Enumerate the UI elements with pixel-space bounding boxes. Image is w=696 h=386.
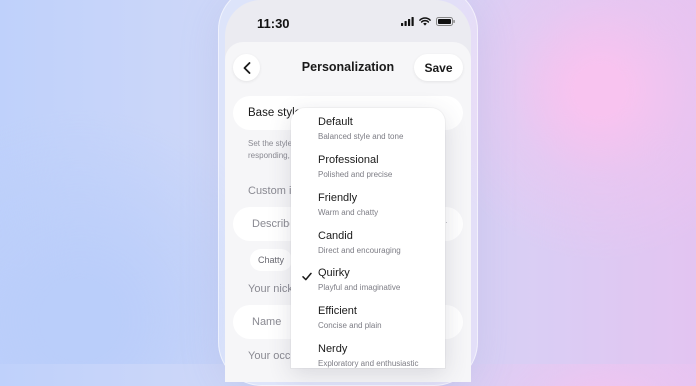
option-candid[interactable]: Candid Direct and encouraging — [318, 230, 401, 256]
status-icons — [401, 17, 455, 26]
chatty-chip[interactable]: Chatty — [250, 249, 292, 271]
page-title: Personalization — [301, 60, 395, 74]
option-description: Direct and encouraging — [318, 246, 401, 255]
option-label: Quirky — [318, 267, 350, 279]
save-button[interactable]: Save — [414, 54, 463, 81]
option-label: Candid — [318, 230, 353, 242]
option-description: Playful and imaginative — [318, 283, 401, 292]
back-chevron-icon — [243, 61, 250, 74]
checkmark-icon — [302, 272, 312, 281]
nickname-label: Your nick — [248, 283, 291, 295]
option-default[interactable]: Default Balanced style and tone — [318, 116, 403, 142]
back-button[interactable] — [233, 54, 260, 81]
option-description: Exploratory and enthusiastic — [318, 359, 419, 368]
status-time: 11:30 — [257, 16, 290, 31]
option-quirky[interactable]: Quirky Playful and imaginative — [318, 267, 400, 293]
option-friendly[interactable]: Friendly Warm and chatty — [318, 192, 378, 218]
option-description: Concise and plain — [318, 321, 382, 330]
battery-icon — [436, 17, 455, 26]
option-label: Friendly — [318, 192, 358, 204]
option-description: Polished and precise — [318, 170, 393, 179]
option-label: Nerdy — [318, 343, 348, 355]
signal-icon — [401, 17, 414, 26]
name-placeholder: Name — [252, 316, 282, 328]
option-label: Efficient — [318, 305, 357, 317]
option-efficient[interactable]: Efficient Concise and plain — [318, 305, 382, 331]
option-label: Default — [318, 116, 353, 128]
option-description: Warm and chatty — [318, 208, 379, 217]
option-professional[interactable]: Professional Polished and precise — [318, 154, 392, 180]
custom-instructions-label: Custom i — [248, 185, 291, 197]
describe-placeholder: Describe — [252, 218, 290, 230]
wifi-icon — [419, 17, 431, 26]
option-label: Professional — [318, 154, 379, 166]
describe-field-edge: · — [445, 218, 448, 227]
option-nerdy[interactable]: Nerdy Exploratory and enthusiastic — [318, 343, 419, 369]
occupation-label: Your occu — [248, 350, 291, 362]
option-description: Balanced style and tone — [318, 132, 404, 141]
